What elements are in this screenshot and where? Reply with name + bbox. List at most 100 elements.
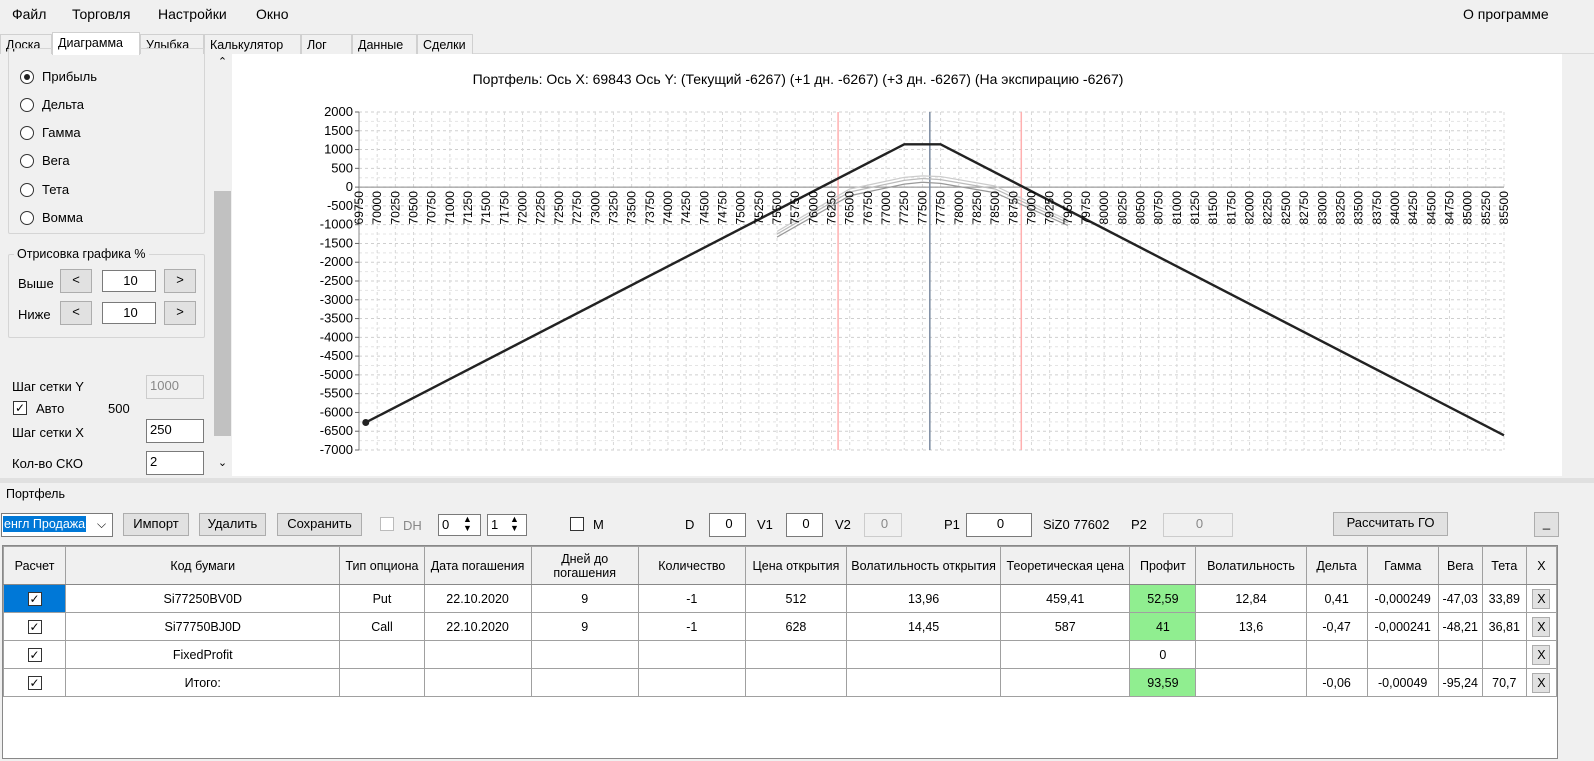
- column-header-0[interactable]: Расчет: [2, 546, 67, 585]
- column-header-10[interactable]: Волатильность: [1195, 546, 1307, 585]
- table-cell[interactable]: 13,6: [1195, 612, 1307, 641]
- table-cell[interactable]: -0,00049: [1366, 668, 1439, 697]
- below-increase-button[interactable]: >: [164, 301, 196, 325]
- delete-cell[interactable]: X: [1525, 584, 1558, 613]
- table-cell[interactable]: 12,84: [1195, 584, 1307, 613]
- payoff-chart[interactable]: Портфель: Ось X: 69843 Ось Y: (Текущий -…: [232, 54, 1562, 476]
- below-value-field[interactable]: 10: [102, 302, 156, 324]
- table-cell[interactable]: [637, 668, 746, 697]
- table-cell[interactable]: [637, 640, 746, 669]
- table-cell[interactable]: -0,06: [1305, 668, 1368, 697]
- table-cell[interactable]: 587: [1000, 612, 1131, 641]
- above-value-field[interactable]: 10: [102, 270, 156, 292]
- delete-button[interactable]: Удалить: [199, 513, 266, 536]
- table-cell[interactable]: 41: [1129, 612, 1197, 641]
- column-header-13[interactable]: Вега: [1437, 546, 1483, 585]
- column-header-11[interactable]: Дельта: [1305, 546, 1368, 585]
- grid-x-field[interactable]: 250: [146, 419, 204, 443]
- table-cell[interactable]: 512: [744, 584, 848, 613]
- table-cell[interactable]: [846, 640, 1002, 669]
- table-cell[interactable]: -0,000241: [1366, 612, 1439, 641]
- calc-cell[interactable]: ✓: [2, 640, 67, 669]
- left-panel-scrollbar[interactable]: ⌃ ⌄: [214, 54, 231, 476]
- column-header-14[interactable]: Тета: [1481, 546, 1527, 585]
- table-row[interactable]: ✓ Si77250BV0D Put 22.10.2020 9 -1 512 13,96 459,…: [2, 584, 1558, 613]
- column-header-9[interactable]: Профит: [1129, 546, 1197, 585]
- table-cell[interactable]: -95,24: [1437, 668, 1483, 697]
- tab-log[interactable]: Лог: [301, 34, 352, 54]
- table-cell[interactable]: -0,47: [1305, 612, 1368, 641]
- menu-file[interactable]: Файл: [12, 6, 46, 22]
- column-header-7[interactable]: Волатильность открытия: [846, 546, 1002, 585]
- calc-cell[interactable]: ✓: [2, 584, 67, 613]
- menu-trade[interactable]: Торговля: [72, 6, 130, 22]
- spin1-field[interactable]: 0: [438, 514, 481, 536]
- table-cell[interactable]: 9: [530, 612, 639, 641]
- table-cell[interactable]: -0,000249: [1366, 584, 1439, 613]
- table-cell[interactable]: 0: [1129, 640, 1197, 669]
- spin2-field[interactable]: 1: [487, 514, 527, 536]
- above-decrease-button[interactable]: <: [60, 269, 92, 293]
- v2-field[interactable]: 0: [864, 513, 902, 537]
- table-cell[interactable]: [530, 668, 639, 697]
- menu-window[interactable]: Окно: [256, 6, 289, 22]
- table-cell[interactable]: [1195, 668, 1307, 697]
- menu-settings[interactable]: Настройки: [158, 6, 227, 22]
- delete-row-button[interactable]: X: [1532, 644, 1551, 665]
- table-cell[interactable]: -48,21: [1437, 612, 1483, 641]
- scrollbar-thumb[interactable]: [214, 191, 231, 436]
- table-row[interactable]: ✓ Итого: 93,59 -0,06 -0,00049 -95,24 70,7 X: [2, 668, 1558, 697]
- table-cell[interactable]: 70,7: [1481, 668, 1527, 697]
- column-header-6[interactable]: Цена открытия: [744, 546, 848, 585]
- v1-field[interactable]: 0: [786, 513, 823, 537]
- table-cell[interactable]: 22.10.2020: [423, 612, 532, 641]
- table-row[interactable]: ✓ Si77750BJ0D Call 22.10.2020 9 -1 628 14,45 587…: [2, 612, 1558, 641]
- radio-3[interactable]: [20, 154, 34, 168]
- sko-field[interactable]: 2: [146, 451, 204, 475]
- table-cell[interactable]: [1000, 640, 1131, 669]
- table-cell[interactable]: [423, 668, 532, 697]
- strategy-combo[interactable]: енгл Продажа ⌵: [1, 513, 113, 537]
- tab-deals[interactable]: Сделки: [417, 34, 473, 54]
- column-header-3[interactable]: Дата погашения: [423, 546, 532, 585]
- table-cell[interactable]: FixedProfit: [65, 640, 341, 669]
- menu-about[interactable]: О программе: [1463, 6, 1549, 22]
- radio-1[interactable]: [20, 98, 34, 112]
- column-header-4[interactable]: Дней до погашения: [530, 546, 639, 585]
- spin2-arrows-icon[interactable]: ▲ ▼: [510, 515, 519, 533]
- m-checkbox[interactable]: [570, 517, 584, 531]
- table-cell[interactable]: Call: [339, 612, 425, 641]
- table-cell[interactable]: [1481, 640, 1527, 669]
- calc-cell[interactable]: ✓: [2, 668, 67, 697]
- table-cell[interactable]: -47,03: [1437, 584, 1483, 613]
- calc-checkbox[interactable]: ✓: [27, 591, 42, 606]
- column-header-12[interactable]: Гамма: [1366, 546, 1439, 585]
- table-cell[interactable]: [1366, 640, 1439, 669]
- scroll-down-icon[interactable]: ⌄: [214, 456, 231, 473]
- table-cell[interactable]: [846, 668, 1002, 697]
- table-row[interactable]: ✓ FixedProfit 0 X: [2, 640, 1558, 669]
- scroll-up-icon[interactable]: ⌃: [214, 54, 231, 71]
- delete-cell[interactable]: X: [1525, 612, 1558, 641]
- table-cell[interactable]: [339, 668, 425, 697]
- table-cell[interactable]: Si77250BV0D: [65, 584, 341, 613]
- p2-field[interactable]: 0: [1163, 513, 1233, 537]
- table-cell[interactable]: -1: [637, 584, 746, 613]
- minimize-button[interactable]: _: [1534, 512, 1559, 537]
- above-increase-button[interactable]: >: [164, 269, 196, 293]
- d-field[interactable]: 0: [709, 513, 746, 537]
- table-cell[interactable]: [1195, 640, 1307, 669]
- radio-2[interactable]: [20, 126, 34, 140]
- table-cell[interactable]: Итого:: [65, 668, 341, 697]
- import-button[interactable]: Импорт: [123, 513, 189, 536]
- table-cell[interactable]: 22.10.2020: [423, 584, 532, 613]
- table-cell[interactable]: -1: [637, 612, 746, 641]
- calc-checkbox[interactable]: ✓: [27, 647, 42, 662]
- radio-0[interactable]: [20, 70, 34, 84]
- table-cell[interactable]: [744, 668, 848, 697]
- column-header-1[interactable]: Код бумаги: [65, 546, 341, 585]
- radio-4[interactable]: [20, 183, 34, 197]
- splitter[interactable]: [0, 478, 1594, 483]
- table-cell[interactable]: 13,96: [846, 584, 1002, 613]
- table-cell[interactable]: 33,89: [1481, 584, 1527, 613]
